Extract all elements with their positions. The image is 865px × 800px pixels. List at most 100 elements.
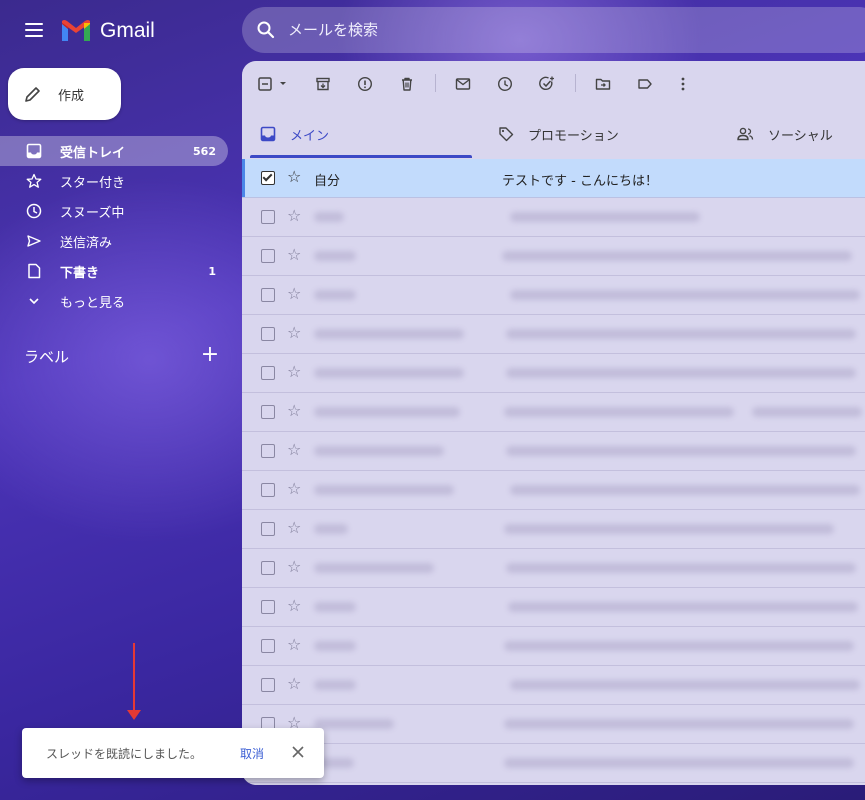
email-list: ☆ 自分 テストです - こんにちは！ ☆ ☆ ☆ ☆ ☆ ☆ ☆ ☆ ☆ ☆ … xyxy=(242,159,865,783)
star-icon[interactable]: ☆ xyxy=(287,284,301,303)
sidebar-item-more[interactable]: もっと見る xyxy=(0,286,228,316)
email-row[interactable]: ☆ xyxy=(242,705,865,744)
row-checkbox[interactable] xyxy=(261,366,275,380)
tab-primary[interactable]: メイン xyxy=(260,109,329,159)
archive-icon[interactable] xyxy=(312,73,334,95)
row-checkbox[interactable] xyxy=(261,210,275,224)
draft-count: 1 xyxy=(208,264,216,278)
row-checkbox[interactable] xyxy=(261,639,275,653)
sidebar-item-snoozed[interactable]: スヌーズ中 xyxy=(0,196,228,226)
more-options-icon[interactable] xyxy=(672,73,694,95)
blurred-subject xyxy=(510,212,700,222)
blurred-subject xyxy=(504,719,854,729)
undo-button[interactable]: 取消 xyxy=(240,745,264,762)
blurred-sender xyxy=(314,602,356,612)
email-row[interactable]: ☆ xyxy=(242,666,865,705)
sidebar-item-label: 下書き xyxy=(60,265,100,281)
star-icon[interactable]: ☆ xyxy=(287,323,301,342)
email-row[interactable]: ☆ xyxy=(242,588,865,627)
row-checkbox[interactable] xyxy=(261,561,275,575)
blurred-subject xyxy=(510,680,860,690)
star-icon[interactable]: ☆ xyxy=(287,635,301,654)
star-icon[interactable]: ☆ xyxy=(287,596,301,615)
star-icon[interactable]: ☆ xyxy=(287,557,301,576)
move-to-icon[interactable] xyxy=(592,73,614,95)
email-row[interactable]: ☆ xyxy=(242,276,865,315)
email-row[interactable]: ☆ xyxy=(242,354,865,393)
email-row[interactable]: ☆ xyxy=(242,315,865,354)
star-icon[interactable]: ☆ xyxy=(287,440,301,459)
mark-unread-icon[interactable] xyxy=(452,73,474,95)
blurred-sender xyxy=(314,212,344,222)
sidebar-item-label: もっと見る xyxy=(60,295,126,311)
email-row[interactable]: ☆ xyxy=(242,471,865,510)
tab-promotions[interactable]: プロモーション xyxy=(498,109,619,159)
snackbar-notification: スレッドを既読にしました。 取消 xyxy=(22,728,324,778)
add-to-tasks-icon[interactable] xyxy=(536,73,558,95)
row-checkbox[interactable] xyxy=(261,522,275,536)
annotation-arrow xyxy=(133,643,135,713)
label-icon[interactable] xyxy=(634,73,656,95)
row-checkbox[interactable] xyxy=(261,327,275,341)
row-checkbox[interactable] xyxy=(261,405,275,419)
row-checkbox[interactable] xyxy=(261,288,275,302)
tab-social[interactable]: ソーシャル xyxy=(736,109,833,159)
star-icon[interactable]: ☆ xyxy=(287,206,301,225)
search-input[interactable] xyxy=(286,20,810,40)
delete-icon[interactable] xyxy=(396,73,418,95)
star-icon[interactable]: ☆ xyxy=(287,167,301,186)
add-label-button[interactable]: + xyxy=(200,342,220,368)
email-row[interactable]: ☆ xyxy=(242,744,865,783)
search-icon[interactable] xyxy=(256,20,276,40)
row-checkbox[interactable] xyxy=(261,249,275,263)
email-row[interactable]: ☆ xyxy=(242,237,865,276)
email-row[interactable]: ☆ xyxy=(242,510,865,549)
sidebar-item-label: 送信済み xyxy=(60,235,113,251)
sidebar-item-inbox[interactable]: 受信トレイ 562 xyxy=(0,136,228,166)
star-icon[interactable]: ☆ xyxy=(287,362,301,381)
sidebar-item-sent[interactable]: 送信済み xyxy=(0,226,228,256)
select-all-checkbox[interactable] xyxy=(256,73,290,95)
sidebar-item-starred[interactable]: スター付き xyxy=(0,166,228,196)
email-row[interactable]: ☆ xyxy=(242,627,865,666)
star-icon[interactable]: ☆ xyxy=(287,479,301,498)
active-tab-indicator xyxy=(250,155,472,158)
main-menu-button[interactable] xyxy=(20,18,48,42)
row-checkbox[interactable] xyxy=(261,444,275,458)
star-icon[interactable]: ☆ xyxy=(287,518,301,537)
gmail-logo[interactable]: Gmail xyxy=(60,16,155,46)
mail-toolbar xyxy=(242,61,865,105)
search-bar[interactable] xyxy=(242,7,865,53)
blurred-sender xyxy=(314,251,356,261)
toolbar-divider xyxy=(575,74,576,92)
compose-button[interactable]: 作成 xyxy=(8,68,121,120)
row-checkbox[interactable] xyxy=(261,171,275,185)
star-icon[interactable]: ☆ xyxy=(287,401,301,420)
blurred-sender xyxy=(314,680,356,690)
email-row[interactable]: ☆ xyxy=(242,393,865,432)
blurred-subject xyxy=(510,290,860,300)
email-row[interactable]: ☆ xyxy=(242,432,865,471)
row-checkbox[interactable] xyxy=(261,678,275,692)
sidebar-item-drafts[interactable]: 下書き 1 xyxy=(0,256,228,286)
email-row[interactable]: ☆ xyxy=(242,198,865,237)
blurred-sender xyxy=(314,524,348,534)
people-icon xyxy=(737,127,754,141)
blurred-subject xyxy=(506,563,856,573)
blurred-sender xyxy=(314,719,394,729)
gmail-logo-icon xyxy=(62,20,90,41)
close-icon[interactable] xyxy=(288,741,308,763)
star-icon[interactable]: ☆ xyxy=(287,674,301,693)
row-checkbox[interactable] xyxy=(261,600,275,614)
blurred-subject xyxy=(504,758,854,768)
email-row[interactable]: ☆ xyxy=(242,549,865,588)
inbox-icon xyxy=(260,126,276,142)
star-icon[interactable]: ☆ xyxy=(287,245,301,264)
report-spam-icon[interactable] xyxy=(354,73,376,95)
email-sender: 自分 xyxy=(314,174,341,189)
row-checkbox[interactable] xyxy=(261,483,275,497)
snooze-icon[interactable] xyxy=(494,73,516,95)
email-row-selected[interactable]: ☆ 自分 テストです - こんにちは！ xyxy=(242,159,865,198)
top-bar: Gmail xyxy=(0,0,865,62)
unread-count: 562 xyxy=(193,144,216,158)
